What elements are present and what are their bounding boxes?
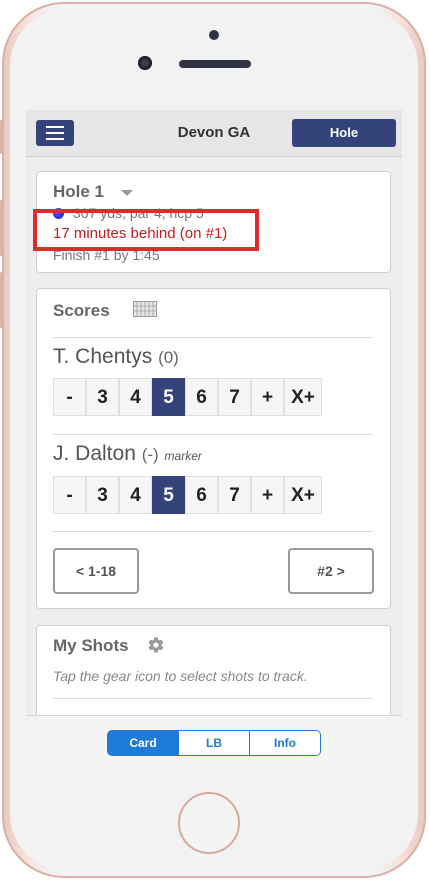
next-hole-button[interactable]: #2 > xyxy=(288,548,374,594)
player-2-name: J. Dalton (-) marker xyxy=(53,442,202,466)
score-6-button[interactable]: 6 xyxy=(185,476,218,514)
shots-title: My Shots xyxy=(53,636,129,655)
player-name: T. Chentys xyxy=(53,345,153,368)
app-header: Devon GA Hole xyxy=(26,110,402,157)
score-4-button[interactable]: 4 xyxy=(119,378,152,416)
tab-card[interactable]: Card xyxy=(108,731,178,755)
score-xplus-button[interactable]: X+ xyxy=(284,476,322,514)
score-5-button-selected[interactable]: 5 xyxy=(152,378,185,416)
hole-title[interactable]: Hole 1 xyxy=(53,182,104,202)
score-5-button-selected[interactable]: 5 xyxy=(152,476,185,514)
my-shots-card: My Shots Tap the gear icon to select sho… xyxy=(36,625,391,725)
score-plus-button[interactable]: + xyxy=(251,476,284,514)
score-3-button[interactable]: 3 xyxy=(86,476,119,514)
score-6-button[interactable]: 6 xyxy=(185,378,218,416)
view-segmented-control: Card LB Info xyxy=(107,730,321,756)
divider xyxy=(53,698,373,699)
player-handicap: (0) xyxy=(158,348,179,367)
scorecard-grid-icon[interactable] xyxy=(133,301,157,317)
divider xyxy=(53,434,373,435)
divider xyxy=(53,531,373,532)
hole-button[interactable]: Hole xyxy=(292,119,396,147)
player-handicap: (-) xyxy=(141,445,159,464)
player-name: J. Dalton xyxy=(53,442,136,465)
mute-switch xyxy=(0,120,3,154)
player-1-score-buttons: - 3 4 5 6 7 + X+ xyxy=(53,378,322,416)
scores-card: Scores T. Chentys (0) - 3 4 5 6 7 + X+ J… xyxy=(36,288,391,609)
score-3-button[interactable]: 3 xyxy=(86,378,119,416)
prev-holes-button[interactable]: < 1-18 xyxy=(53,548,139,594)
marker-label: marker xyxy=(164,449,202,463)
volume-up-button xyxy=(0,200,3,256)
tab-info[interactable]: Info xyxy=(249,731,320,755)
score-plus-button[interactable]: + xyxy=(251,378,284,416)
score-minus-button[interactable]: - xyxy=(53,476,86,514)
tab-leaderboard[interactable]: LB xyxy=(178,731,249,755)
score-7-button[interactable]: 7 xyxy=(218,378,251,416)
home-button[interactable] xyxy=(178,792,240,854)
score-7-button[interactable]: 7 xyxy=(218,476,251,514)
proximity-sensor xyxy=(209,30,219,40)
score-minus-button[interactable]: - xyxy=(53,378,86,416)
earpiece-speaker xyxy=(179,60,251,68)
score-xplus-button[interactable]: X+ xyxy=(284,378,322,416)
shots-hint: Tap the gear icon to select shots to tra… xyxy=(53,668,308,684)
player-1-name: T. Chentys (0) xyxy=(53,345,179,369)
divider xyxy=(53,337,373,338)
bottom-tab-bar: Card LB Info xyxy=(26,715,402,776)
chevron-down-icon[interactable] xyxy=(121,190,133,196)
highlight-box xyxy=(33,209,259,251)
volume-down-button xyxy=(0,272,3,328)
score-4-button[interactable]: 4 xyxy=(119,476,152,514)
gear-icon[interactable] xyxy=(147,636,165,654)
scores-title: Scores xyxy=(53,301,110,320)
player-2-score-buttons: - 3 4 5 6 7 + X+ xyxy=(53,476,322,514)
front-camera xyxy=(138,56,152,70)
